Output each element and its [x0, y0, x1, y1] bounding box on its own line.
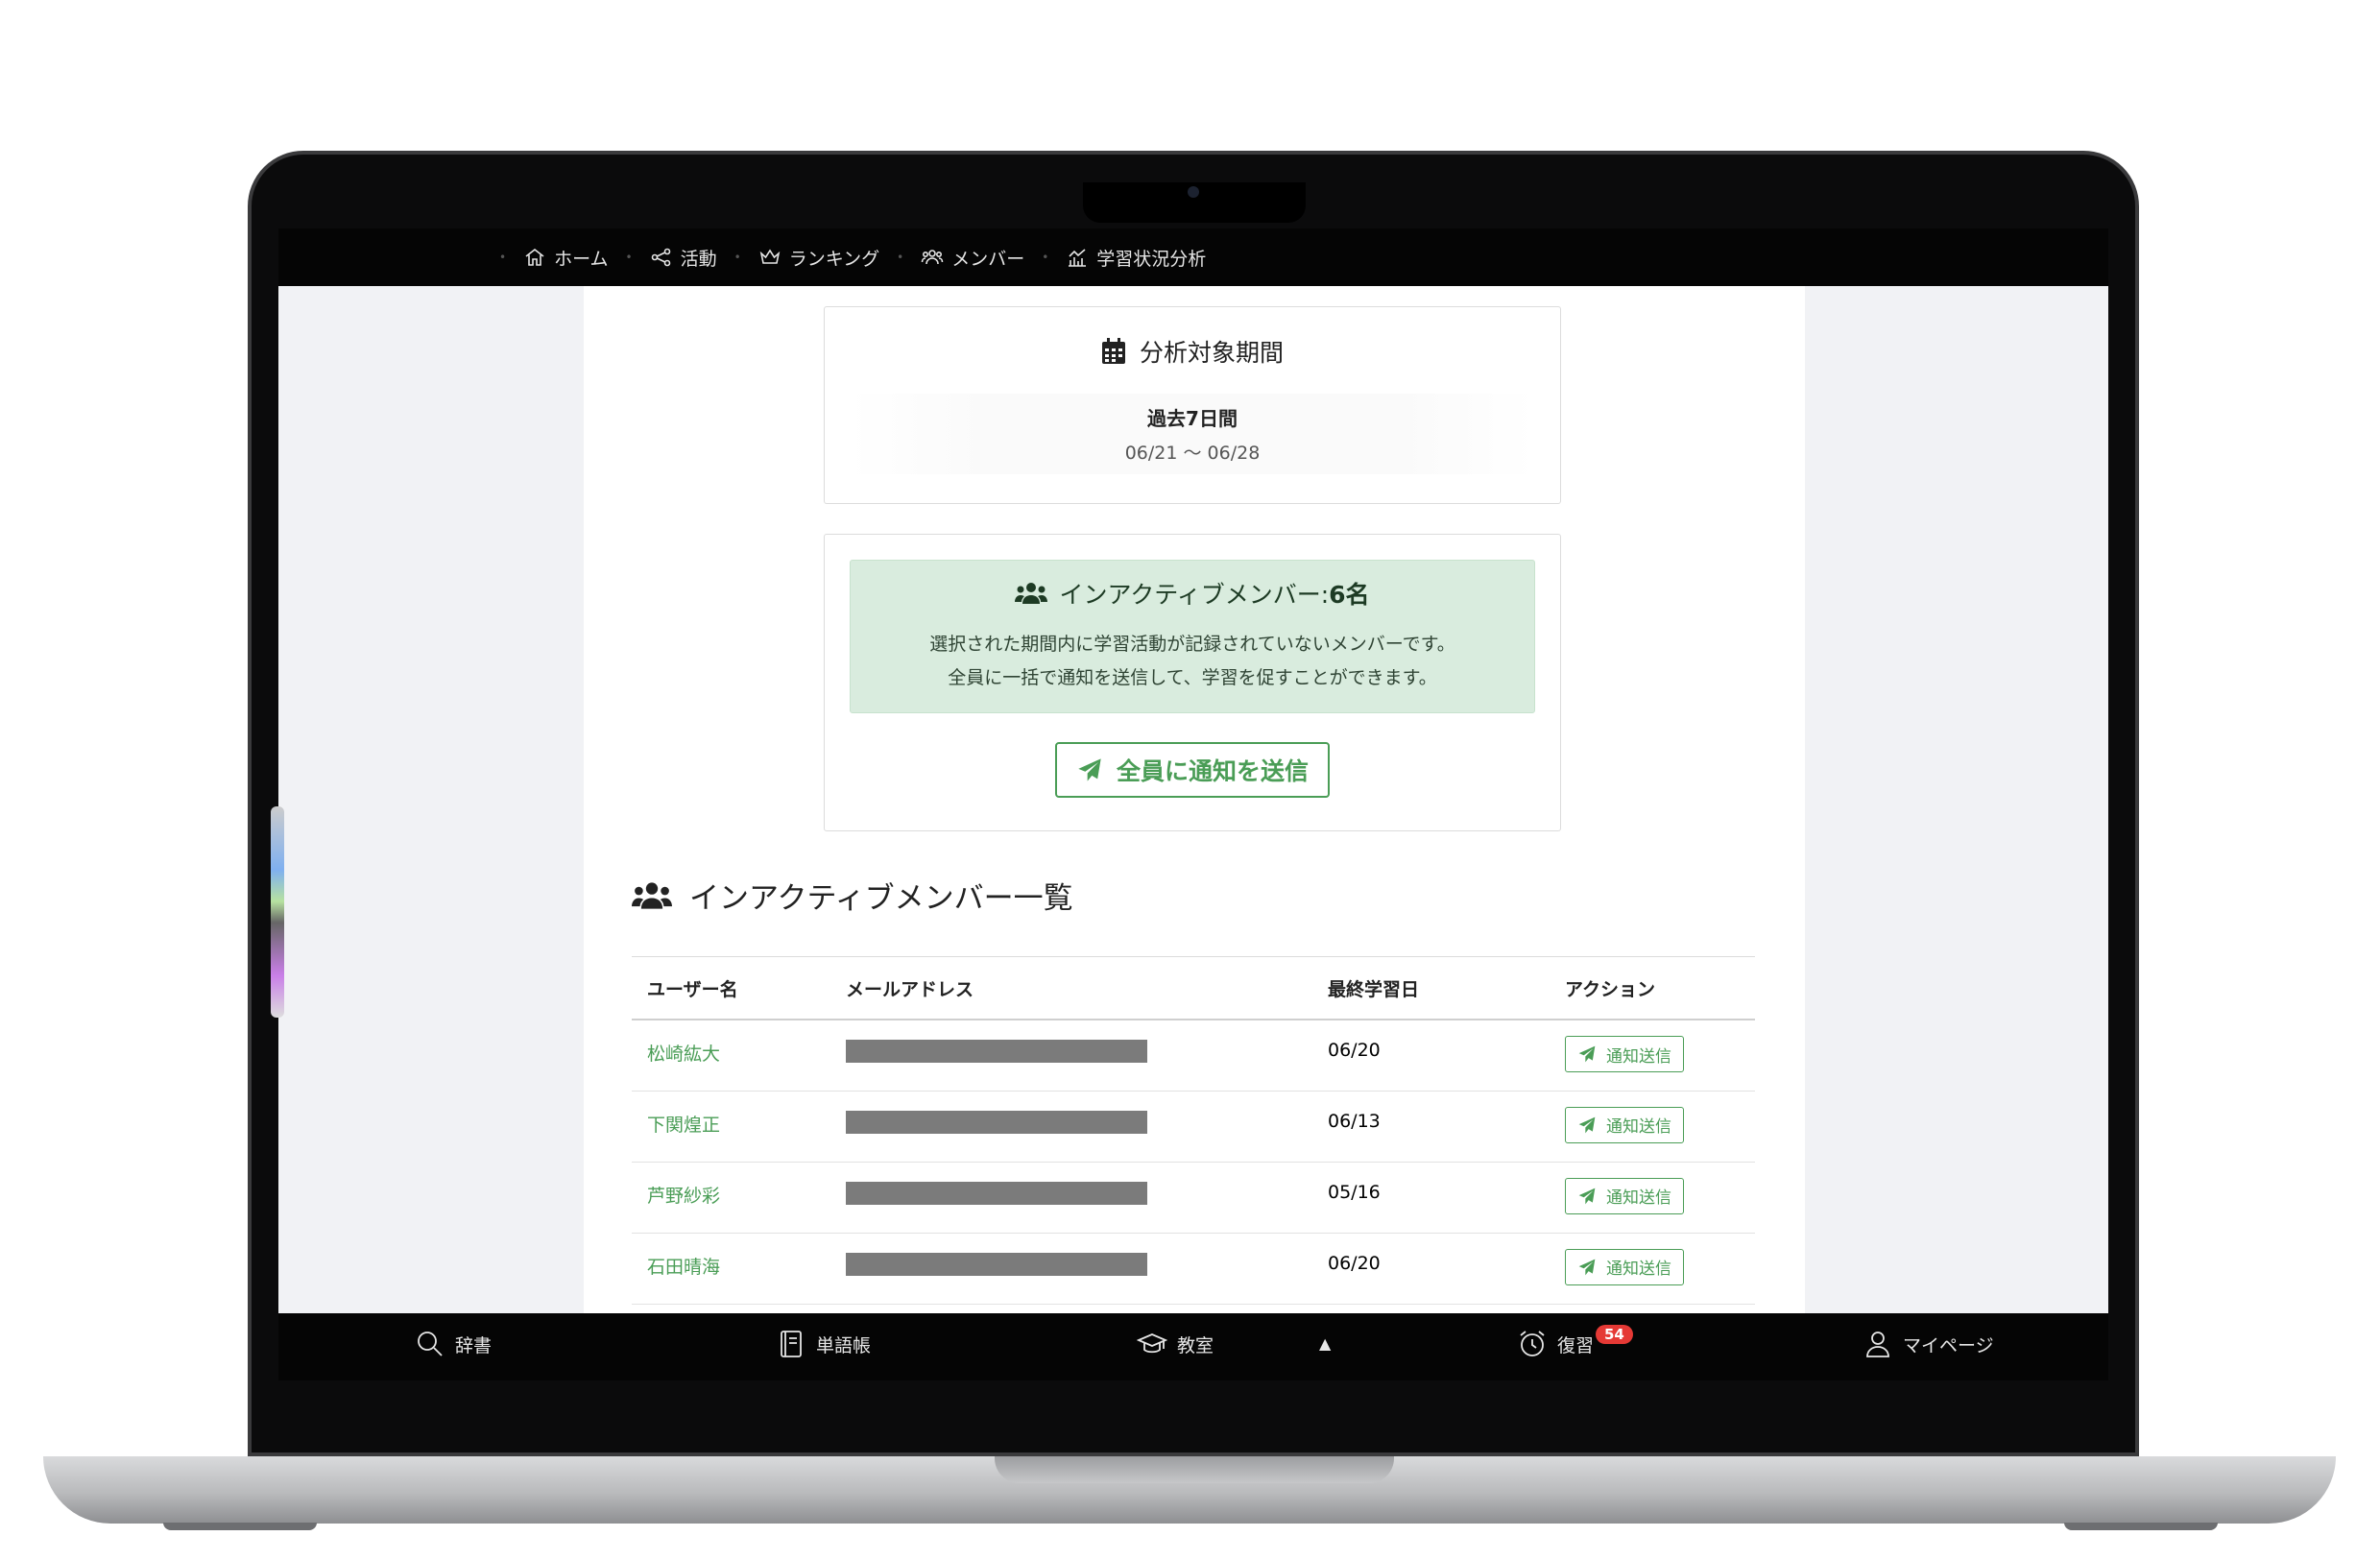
period-title-text: 分析対象期間: [1139, 339, 1284, 367]
notify-button[interactable]: 通知送信: [1565, 1106, 1684, 1143]
nav-ranking[interactable]: ランキング: [751, 245, 887, 271]
inactive-desc-line2: 全員に一括で通知を送信して、学習を促すことができます。: [948, 667, 1437, 688]
inactive-title-prefix: インアクティブメンバー:: [1059, 581, 1330, 609]
table-row: 下関煌正 06/13 通知送信: [632, 1091, 1755, 1163]
column-header-username: ユーザー名: [632, 956, 830, 1020]
period-card: 分析対象期間 過去7日間 06/21 〜 06/28: [824, 306, 1561, 504]
table-row: 松崎紘大 06/20 通知送信: [632, 1020, 1755, 1092]
table-header-row: ユーザー名 メールアドレス 最終学習日 アクション: [632, 956, 1755, 1020]
notify-button[interactable]: 通知送信: [1565, 1248, 1684, 1285]
period-label: 過去7日間: [1147, 407, 1238, 430]
inactive-description: 選択された期間内に学習活動が記録されていないメンバーです。 全員に一括で通知を送…: [851, 628, 1534, 695]
top-nav: • ホーム • 活動 • ランキング • メンバー • 学習状況分析: [278, 228, 2108, 286]
paper-plane-icon: [1078, 758, 1101, 781]
laptop-foot-left: [163, 1523, 317, 1530]
bottom-nav-dictionary-label: 辞書: [455, 1334, 493, 1356]
notify-button[interactable]: 通知送信: [1565, 1036, 1684, 1072]
table-row: 石田晴海 06/20 通知送信: [632, 1233, 1755, 1305]
nav-analytics[interactable]: 学習状況分析: [1058, 245, 1214, 271]
alarm-clock-icon: [1520, 1331, 1545, 1356]
nav-members-label: メンバー: [951, 248, 1025, 270]
period-info: 過去7日間 06/21 〜 06/28: [850, 394, 1535, 474]
paper-plane-icon: [1578, 1259, 1596, 1275]
bottom-bezel: [278, 1380, 2108, 1448]
bottom-nav: 辞書 単語帳 教室 ▲ 復習 54 マイページ: [278, 1313, 2108, 1380]
last-study-date: 06/13: [1328, 1110, 1381, 1132]
redacted-email: [846, 1252, 1147, 1276]
nav-analytics-label: 学習状況分析: [1096, 248, 1207, 270]
user-name-link[interactable]: 石田晴海: [647, 1257, 720, 1278]
column-header-last-study: 最終学習日: [1312, 956, 1550, 1020]
notify-all-label: 全員に通知を送信: [1116, 757, 1309, 785]
calendar-icon: [1101, 338, 1125, 364]
bottom-nav-classroom-label: 教室: [1177, 1334, 1214, 1356]
base-notch: [995, 1456, 1394, 1483]
user-name-link[interactable]: 松崎紘大: [647, 1044, 720, 1065]
paper-plane-icon: [1578, 1045, 1596, 1063]
user-name-link[interactable]: 芦野紗彩: [647, 1186, 720, 1207]
last-study-date: 06/20: [1328, 1252, 1381, 1274]
bottom-nav-dictionary[interactable]: 辞書: [415, 1329, 492, 1359]
notify-all-button[interactable]: 全員に通知を送信: [1054, 742, 1330, 798]
notify-button-label: 通知送信: [1606, 1046, 1671, 1067]
nav-home[interactable]: ホーム: [516, 245, 615, 271]
side-window-sliver: [271, 806, 284, 1018]
nav-activity-label: 活動: [680, 248, 717, 270]
laptop-foot-right: [2064, 1523, 2218, 1530]
inactive-alert: インアクティブメンバー: 6名 選択された期間内に学習活動が記録されていないメン…: [850, 560, 1535, 713]
activity-icon: [651, 248, 670, 267]
search-icon: [418, 1332, 443, 1356]
bottom-nav-mypage[interactable]: マイページ: [1863, 1329, 1994, 1359]
chart-icon: [1069, 249, 1087, 267]
bottom-nav-wordbook[interactable]: 単語帳: [776, 1329, 871, 1359]
members-icon: [921, 250, 944, 265]
bottom-nav-mypage-label: マイページ: [1903, 1334, 1994, 1356]
bottom-nav-wordbook-label: 単語帳: [816, 1334, 872, 1356]
main-content: 分析対象期間 過去7日間 06/21 〜 06/28 インアクティブメンバー: …: [584, 286, 1805, 1313]
inactive-count: 6名: [1329, 581, 1370, 609]
redacted-email: [846, 1040, 1147, 1063]
notebook-icon: [781, 1331, 802, 1357]
paper-plane-icon: [1578, 1116, 1596, 1133]
inactive-summary-card: インアクティブメンバー: 6名 選択された期間内に学習活動が記録されていないメン…: [824, 534, 1561, 831]
inactive-members-table: ユーザー名 メールアドレス 最終学習日 アクション 松崎紘大 06/20 通知送…: [632, 956, 1755, 1305]
nav-members[interactable]: メンバー: [913, 245, 1032, 271]
inactive-alert-title: インアクティブメンバー: 6名: [851, 576, 1534, 611]
user-name-link[interactable]: 下関煌正: [647, 1115, 720, 1136]
notify-button-label: 通知送信: [1606, 1188, 1671, 1208]
inactive-desc-line1: 選択された期間内に学習活動が記録されていないメンバーです。: [929, 634, 1455, 655]
redacted-email: [846, 1110, 1147, 1134]
user-icon: [1866, 1332, 1889, 1357]
notify-button-label: 通知送信: [1606, 1260, 1671, 1279]
graduation-cap-icon: [1137, 1333, 1167, 1354]
redacted-email: [846, 1181, 1147, 1205]
last-study-date: 06/20: [1328, 1040, 1381, 1061]
period-title: 分析対象期間: [825, 334, 1560, 369]
crown-icon: [759, 249, 780, 264]
period-range: 06/21 〜 06/28: [1124, 443, 1261, 464]
nav-ranking-label: ランキング: [788, 248, 880, 270]
paper-plane-icon: [1578, 1188, 1596, 1204]
column-header-action: アクション: [1550, 956, 1755, 1020]
caret-up-icon[interactable]: ▲: [1319, 1334, 1331, 1353]
bottom-nav-classroom[interactable]: 教室: [1137, 1329, 1214, 1359]
last-study-date: 05/16: [1328, 1181, 1381, 1203]
nav-activity[interactable]: 活動: [642, 245, 725, 271]
review-count-badge: 54: [1596, 1325, 1633, 1344]
bottom-nav-review[interactable]: 復習 54: [1517, 1325, 1633, 1359]
notify-button[interactable]: 通知送信: [1565, 1177, 1684, 1214]
column-header-email: メールアドレス: [830, 956, 1312, 1020]
users-icon: [1015, 583, 1048, 604]
table-row: 芦野紗彩 05/16 通知送信: [632, 1162, 1755, 1234]
users-icon: [632, 881, 672, 909]
inactive-list-heading: インアクティブメンバー一覧: [632, 874, 1073, 917]
inactive-list-heading-text: インアクティブメンバー一覧: [689, 881, 1073, 916]
home-icon: [525, 248, 544, 266]
camera: [1188, 186, 1199, 198]
notify-button-label: 通知送信: [1606, 1117, 1671, 1137]
nav-home-label: ホーム: [554, 248, 609, 270]
screen: • ホーム • 活動 • ランキング • メンバー • 学習状況分析 分析対象期…: [278, 228, 2108, 1380]
bottom-nav-review-label: 復習: [1557, 1334, 1595, 1356]
